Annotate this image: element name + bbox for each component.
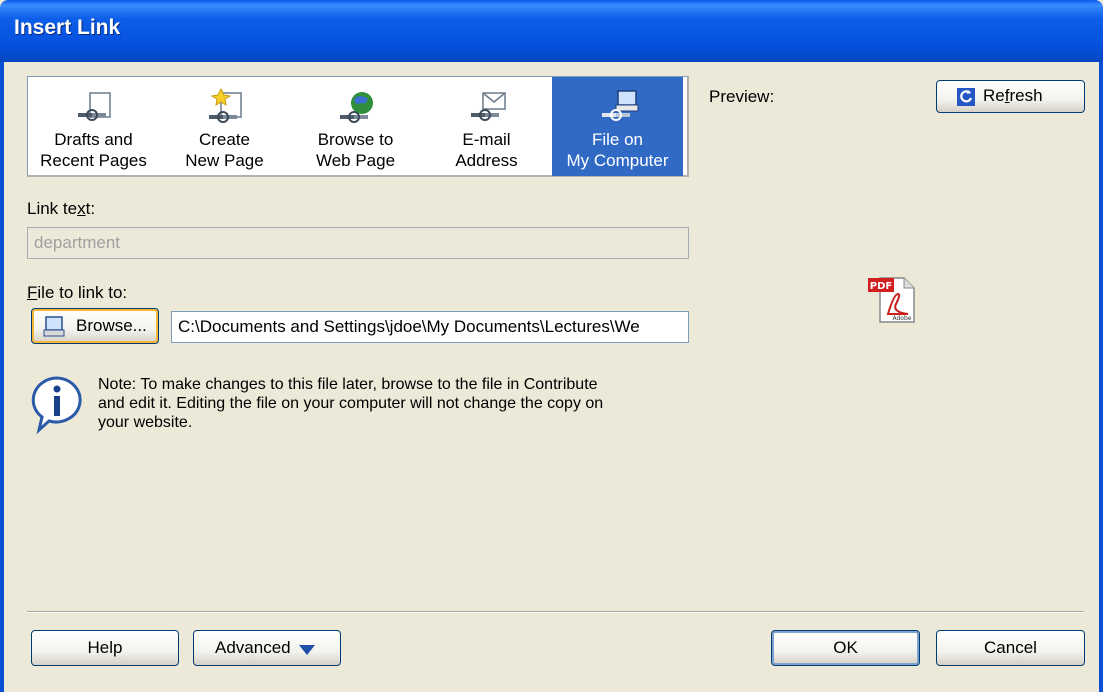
tab-label-line1: File on — [591, 130, 644, 149]
browse-button-label: Browse... — [76, 316, 147, 335]
ok-button[interactable]: OK — [771, 630, 920, 666]
link-text-label-accelerator: x — [77, 199, 86, 218]
file-to-link-label: File to link to: — [27, 283, 127, 303]
title-bar[interactable]: Insert Link — [0, 0, 1103, 62]
tab-email-address[interactable]: E-mail Address — [421, 77, 552, 176]
insert-link-dialog: Insert Link Drafts and Recent Pages Crea… — [0, 0, 1103, 692]
chevron-down-icon — [299, 645, 315, 655]
file-path-input[interactable]: C:\Documents and Settings\jdoe\My Docume… — [171, 311, 689, 343]
refresh-label-part2: resh — [1009, 86, 1043, 105]
pdf-icon-label: PDF — [870, 281, 892, 292]
preview-label: Preview: — [709, 87, 775, 106]
new-page-link-icon — [208, 87, 242, 123]
tab-label-line1: Create — [198, 130, 251, 149]
file-to-link-label-accelerator: F — [27, 283, 38, 302]
tab-label-line1: Drafts and — [54, 130, 133, 149]
file-to-link-label-text: ile to link to: — [37, 283, 128, 302]
pdf-file-icon: PDF Adobe — [868, 277, 915, 323]
info-icon — [31, 376, 82, 434]
computer-link-icon — [601, 90, 638, 121]
link-text-label-part1: Link te — [27, 199, 78, 218]
adobe-icon-label: Adobe — [893, 315, 912, 322]
browse-button[interactable]: Browse... — [31, 308, 159, 344]
tab-label-line1: E-mail — [462, 130, 511, 149]
link-text-label: Link text: — [27, 199, 95, 219]
advanced-button-label: Advanced — [215, 638, 291, 657]
tab-label-line2: New Page — [185, 151, 264, 170]
tab-create-new-page[interactable]: Create New Page — [159, 77, 290, 176]
help-button[interactable]: Help — [31, 630, 179, 666]
tab-label-line2: Recent Pages — [40, 151, 147, 170]
link-type-tabstrip: Drafts and Recent Pages Create New Page — [27, 76, 689, 177]
refresh-label-part1: Re — [983, 86, 1005, 105]
web-globe-link-icon — [339, 92, 373, 123]
tab-file-on-my-computer[interactable]: File on My Computer — [552, 77, 683, 176]
note-text: Note: To make changes to this file later… — [98, 376, 604, 431]
refresh-button[interactable]: Refresh — [936, 80, 1085, 113]
advanced-button[interactable]: Advanced — [193, 630, 341, 666]
tab-label-line2: Address — [455, 151, 518, 170]
drafts-link-icon — [77, 92, 111, 121]
tab-label-line2: Web Page — [315, 151, 396, 170]
link-text-field[interactable]: department — [27, 227, 689, 259]
cancel-button[interactable]: Cancel — [936, 630, 1085, 666]
window-frame-right — [1099, 62, 1103, 692]
dialog-title: Insert Link — [14, 16, 121, 39]
refresh-icon — [957, 88, 975, 106]
tab-label-line2: My Computer — [566, 151, 669, 170]
tab-drafts-recent-pages[interactable]: Drafts and Recent Pages — [28, 77, 159, 176]
tab-label-line1: Browse to — [317, 130, 394, 149]
email-link-icon — [470, 92, 506, 121]
refresh-button-label: Refresh — [983, 86, 1043, 106]
window-frame-left — [0, 62, 4, 692]
footer-separator — [27, 611, 1084, 613]
computer-icon — [43, 316, 65, 337]
tab-browse-web-page[interactable]: Browse to Web Page — [290, 77, 421, 176]
link-text-label-part2: t: — [85, 199, 96, 218]
